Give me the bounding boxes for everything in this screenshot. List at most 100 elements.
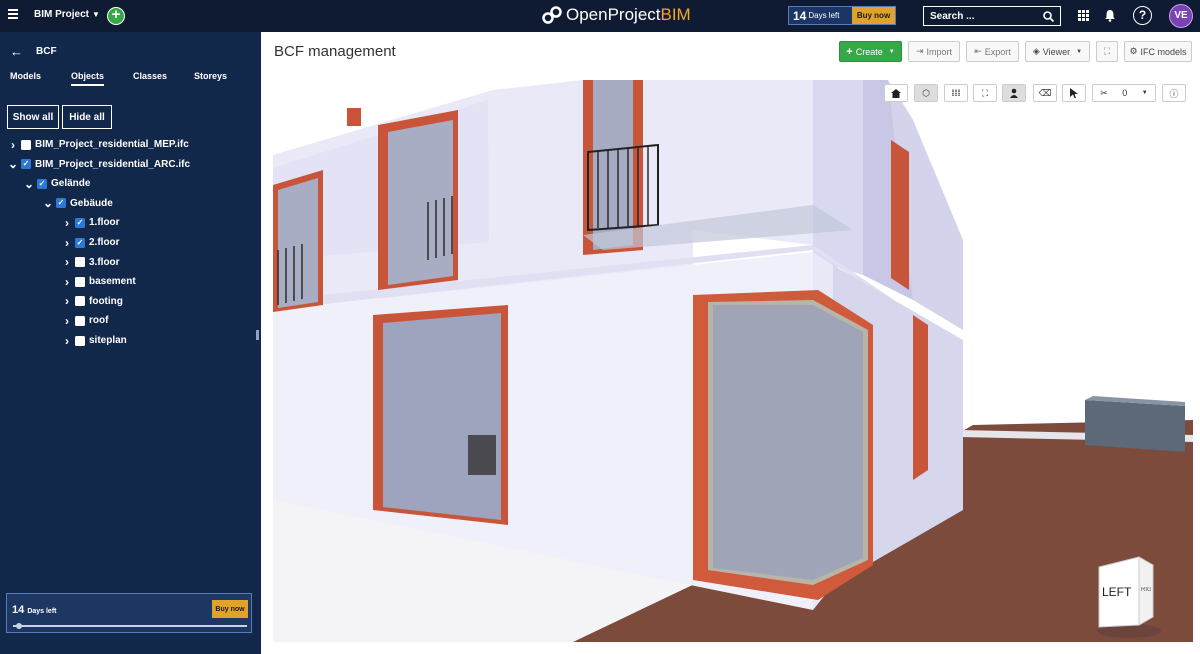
tree-item[interactable]: › footing	[62, 292, 123, 311]
tree-item[interactable]: ⌄ ✓ Gelände	[24, 174, 90, 193]
help-icon[interactable]: ?	[1133, 6, 1152, 25]
sidebar-buy-now-button[interactable]: Buy now	[212, 600, 248, 618]
tree-item-label: siteplan	[89, 335, 127, 346]
tree-item-checkbox[interactable]	[75, 296, 85, 307]
tree-item-label: basement	[89, 276, 136, 288]
tree-item-label: Gebäude	[70, 197, 113, 209]
avatar[interactable]: VE	[1169, 4, 1193, 28]
navigation-cube[interactable]: LEFT RIGHT	[1095, 555, 1167, 642]
show-all-button[interactable]: Show all	[7, 105, 59, 129]
info-button[interactable]: ⓘ	[1162, 84, 1186, 102]
plus-icon: +	[846, 45, 853, 58]
tree-item-checkbox[interactable]: ✓	[75, 217, 85, 228]
trial-days: 14	[793, 8, 807, 23]
home-icon	[891, 88, 901, 98]
tree-item-checkbox[interactable]: ✓	[56, 198, 66, 209]
tree-item-checkbox[interactable]: ✓	[75, 237, 85, 248]
logo-text: OpenProject	[566, 5, 661, 24]
search-icon[interactable]	[1043, 10, 1054, 22]
bim-viewer-canvas[interactable]: ⬡ ⁞⁞⁞ ⛶ ⌫ ✂ 0 ▼ ⓘ LEFT RIGHT	[273, 80, 1193, 642]
select-button[interactable]	[1062, 84, 1086, 102]
export-icon: ⇤	[974, 46, 982, 56]
sidebar-title: BCF	[36, 46, 57, 57]
navcube-face-right: RIGHT	[1141, 587, 1151, 593]
modules-grid-icon[interactable]	[1078, 10, 1089, 21]
tree-item-checkbox[interactable]	[75, 315, 85, 326]
trial-days-label: Days left	[808, 11, 840, 20]
tree-item[interactable]: ⌄ ✓ BIM_Project_residential_ARC.ifc	[8, 155, 190, 174]
person-icon	[1010, 88, 1018, 98]
viewer-button[interactable]: ◈ Viewer ▼	[1025, 41, 1090, 62]
chevron-right-icon[interactable]: ›	[62, 216, 72, 230]
tree-item-checkbox[interactable]: ✓	[37, 178, 47, 189]
tree-item[interactable]: › BIM_Project_residential_MEP.ifc	[8, 135, 189, 154]
first-person-button[interactable]	[1002, 84, 1026, 102]
tree-item[interactable]: › basement	[62, 272, 136, 291]
caret-down-icon: ▼	[888, 48, 895, 55]
chevron-down-icon[interactable]: ⌄	[43, 196, 53, 210]
buy-now-button[interactable]: Buy now	[852, 7, 895, 24]
home-view-button[interactable]	[884, 84, 908, 102]
chevron-right-icon[interactable]: ›	[62, 334, 72, 348]
export-button[interactable]: ⇤ Export	[966, 41, 1019, 62]
tree-item-checkbox[interactable]	[21, 139, 31, 150]
fit-view-button[interactable]: ⛶	[973, 84, 997, 102]
ortho-grid-button[interactable]: ⁞⁞⁞	[944, 84, 968, 102]
chevron-right-icon[interactable]: ›	[62, 275, 72, 289]
tab-models[interactable]: Models	[10, 71, 41, 81]
tree-item[interactable]: › ✓ 1.floor	[62, 213, 120, 232]
eraser-button[interactable]: ⌫	[1033, 84, 1057, 102]
chevron-down-icon[interactable]: ⌄	[24, 177, 34, 191]
viewer-label: Viewer	[1042, 46, 1071, 57]
section-count: 0	[1122, 88, 1128, 98]
tree-item[interactable]: › siteplan	[62, 331, 127, 350]
tab-classes[interactable]: Classes	[133, 71, 167, 81]
chevron-right-icon[interactable]: ›	[62, 294, 72, 308]
chevron-right-icon[interactable]: ›	[62, 236, 72, 250]
import-button[interactable]: ⇥ Import	[908, 41, 960, 62]
tree-item-checkbox[interactable]: ✓	[21, 159, 31, 170]
tree-item-label: footing	[89, 295, 123, 307]
tree-item[interactable]: › 3.floor	[62, 253, 120, 272]
tree-item[interactable]: › ✓ 2.floor	[62, 233, 120, 252]
tree-item-label: BIM_Project_residential_MEP.ifc	[35, 139, 189, 150]
caret-down-icon: ▼	[1141, 90, 1148, 96]
back-arrow-icon[interactable]: ←	[10, 44, 23, 59]
sidebar-resize-handle[interactable]	[256, 330, 259, 340]
tree-item-checkbox[interactable]	[75, 335, 85, 346]
tree-item[interactable]: › roof	[62, 311, 108, 330]
main-content: BCF management + Create ▼ ⇥ Import ⇤ Exp…	[261, 32, 1200, 654]
tree-item-checkbox[interactable]	[75, 276, 85, 287]
fullscreen-button[interactable]: ⛶	[1096, 41, 1118, 62]
export-label: Export	[984, 46, 1011, 57]
tab-objects[interactable]: Objects	[71, 71, 105, 86]
hamburger-menu-icon[interactable]	[8, 9, 18, 19]
info-icon: ⓘ	[1169, 88, 1179, 99]
caret-down-icon: ▼	[92, 10, 100, 19]
chevron-right-icon[interactable]: ›	[62, 255, 72, 269]
add-button[interactable]: +	[107, 7, 125, 25]
section-plane-button[interactable]: ✂ 0 ▼	[1092, 84, 1156, 102]
chevron-down-icon[interactable]: ⌄	[8, 157, 18, 171]
perspective-toggle-button[interactable]: ⬡	[914, 84, 938, 102]
caret-down-icon: ▼	[1076, 48, 1083, 55]
top-bar: BIM Project ▼ + OpenProjectBIM 14 Days l…	[0, 0, 1200, 32]
ifc-models-button[interactable]: ⚙ IFC models	[1124, 41, 1192, 62]
tab-storeys[interactable]: Storeys	[194, 71, 227, 81]
tree-item-label: 3.floor	[89, 256, 120, 268]
tree-item-label: roof	[89, 315, 109, 327]
chevron-right-icon[interactable]: ›	[8, 138, 18, 152]
building-model-render	[273, 80, 1193, 642]
chevron-right-icon[interactable]: ›	[62, 314, 72, 328]
navcube-face-left: LEFT	[1102, 585, 1132, 599]
search-input[interactable]	[930, 10, 1040, 22]
sidebar-trial-days: 14 Days left	[12, 604, 57, 616]
bell-icon[interactable]	[1104, 9, 1116, 22]
project-selector[interactable]: BIM Project ▼	[34, 9, 100, 20]
tree-item-checkbox[interactable]	[75, 257, 85, 268]
hide-all-button[interactable]: Hide all	[62, 105, 112, 129]
create-button[interactable]: + Create ▼	[839, 41, 902, 62]
openproject-bim-logo[interactable]: OpenProjectBIM	[542, 5, 691, 25]
import-label: Import	[926, 46, 953, 57]
tree-item[interactable]: ⌄ ✓ Gebäude	[43, 194, 113, 213]
